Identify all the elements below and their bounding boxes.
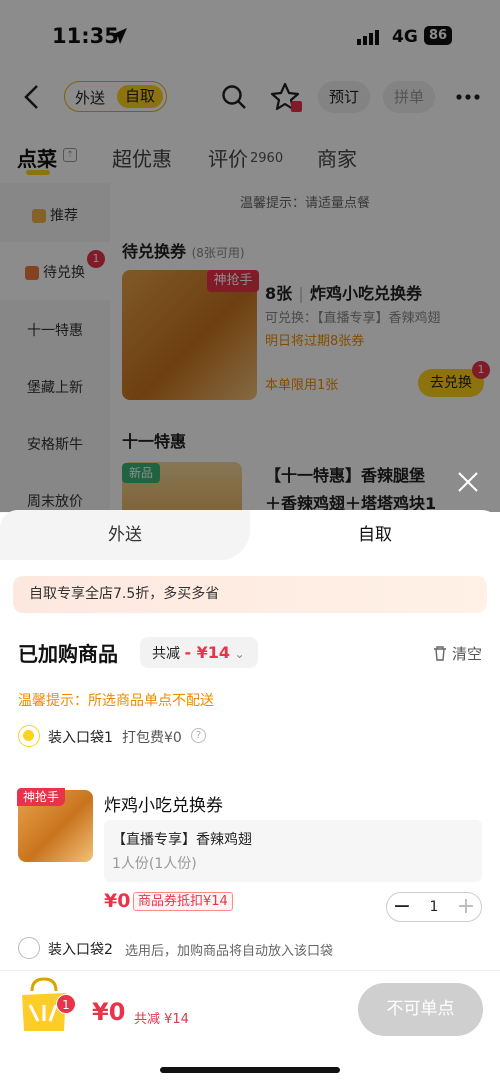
decrease-button[interactable]: − — [387, 893, 417, 921]
bag2-label: 装入口袋2 — [48, 942, 113, 958]
discount-pill[interactable]: 共减 - ¥14 ⌄ — [140, 637, 258, 668]
item-price: ¥0 — [104, 890, 131, 912]
sheet-tab-pickup[interactable]: 自取 — [250, 510, 500, 560]
item-hot-badge: 神抢手 — [17, 788, 65, 806]
clear-button[interactable]: 清空 — [452, 643, 482, 664]
bag1-label: 装入口袋1 — [48, 730, 113, 746]
item-desc: 【直播专享】香辣鸡翅 — [112, 832, 252, 848]
total-price: ¥0 — [92, 998, 126, 1026]
cart-count-badge: 1 — [56, 994, 76, 1014]
home-indicator — [160, 1067, 340, 1073]
bag2-radio[interactable] — [18, 937, 40, 959]
bag1-radio[interactable] — [18, 725, 40, 747]
dim-overlay[interactable] — [0, 0, 500, 512]
checkout-button[interactable]: 不可单点 — [358, 983, 483, 1036]
total-discount: 共减 ¥14 — [134, 1012, 189, 1027]
discount-value: - ¥14 — [184, 643, 231, 662]
sheet-tab-delivery[interactable]: 外送 — [0, 510, 250, 560]
chevron-down-icon: ⌄ — [234, 647, 245, 661]
footer-divider — [0, 970, 500, 971]
close-icon[interactable] — [456, 470, 480, 494]
bag1-fee: 打包费¥0 — [122, 730, 182, 746]
item-portion: 1人份(1人份) — [112, 856, 197, 872]
warning-hint: 温馨提示：所选商品单点不配送 — [18, 693, 214, 709]
info-icon[interactable]: ? — [191, 728, 206, 743]
quantity-value: 1 — [429, 899, 439, 915]
increase-button[interactable]: + — [451, 893, 481, 921]
item-name: 炸鸡小吃兑换券 — [104, 796, 223, 816]
coupon-deduct-tag: 商品券抵扣¥14 — [133, 892, 233, 911]
promo-banner: 自取专享全店7.5折，多买多省 — [13, 576, 487, 613]
trash-icon[interactable] — [432, 645, 448, 661]
added-items-title: 已加购商品 — [18, 642, 118, 666]
quantity-stepper: − 1 + — [386, 892, 482, 922]
bag2-tip: 选用后，加购商品将自动放入该口袋 — [125, 944, 334, 959]
